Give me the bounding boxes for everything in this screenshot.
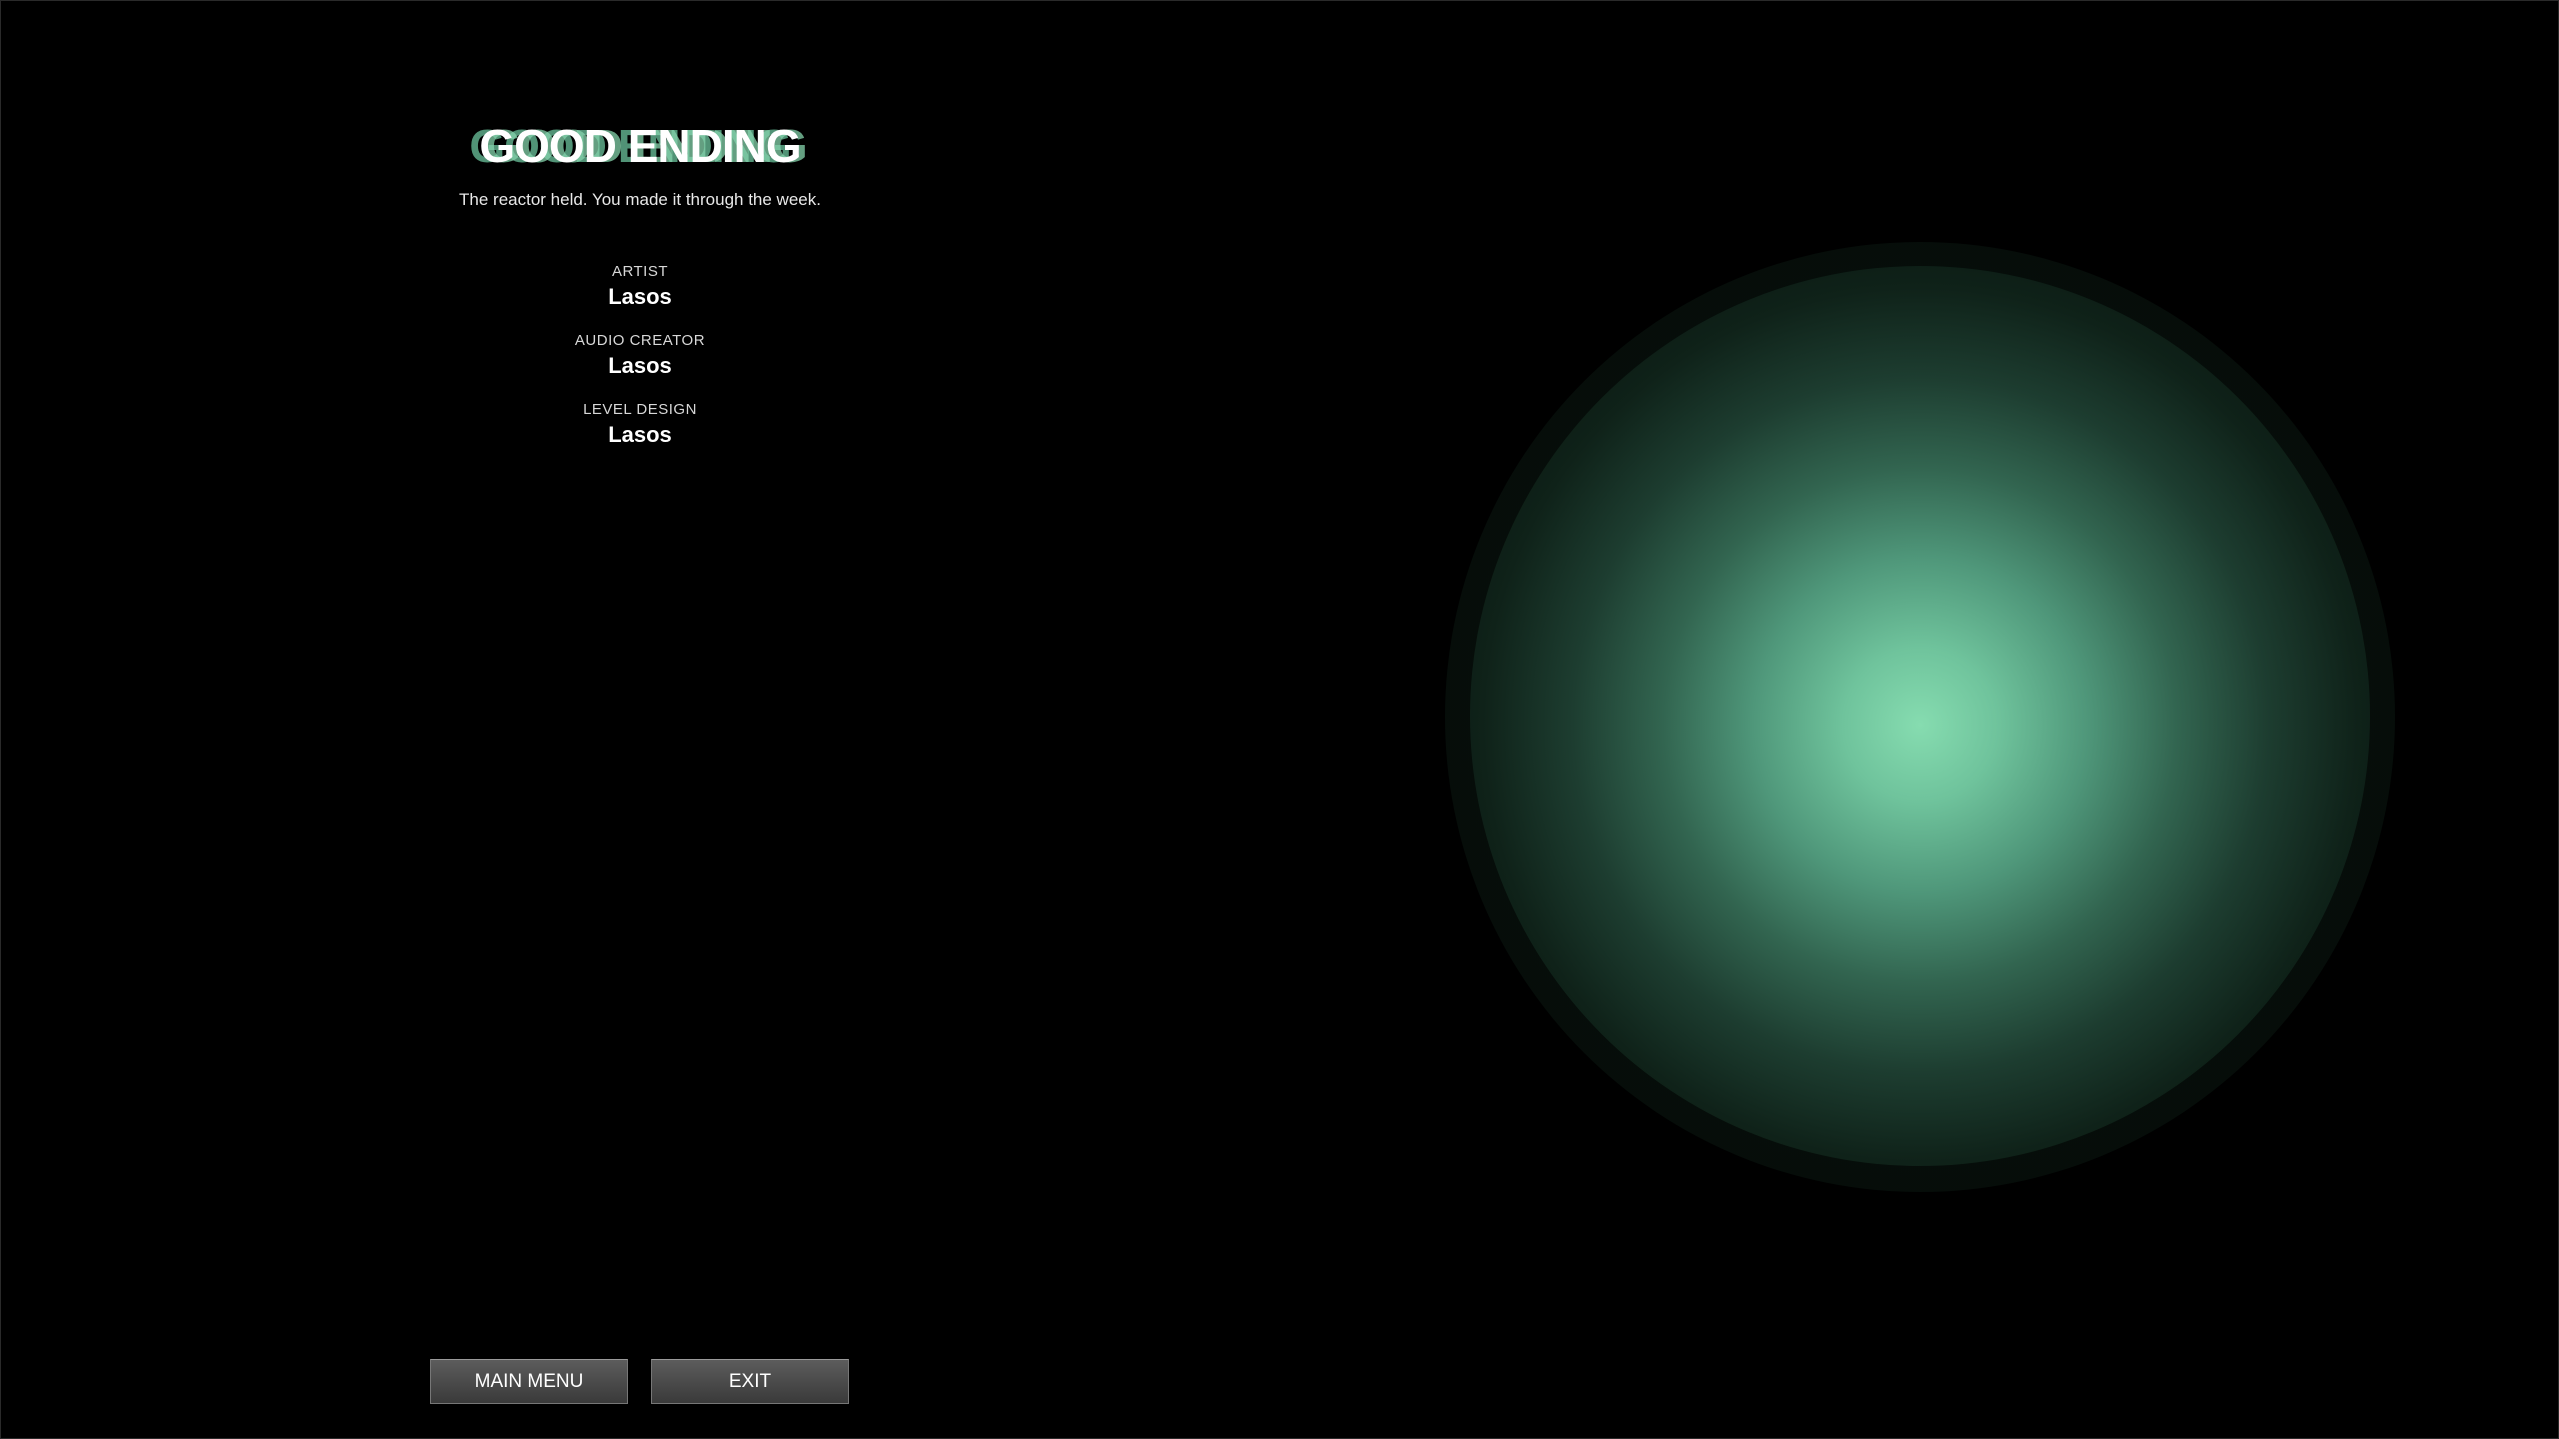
credit-name: Lasos: [608, 353, 672, 378]
ending-subtitle: The reactor held. You made it through th…: [459, 190, 821, 209]
exit-button[interactable]: EXIT: [651, 1359, 849, 1404]
reactor-orb: [1470, 266, 2370, 1166]
credit-role: ARTIST: [611, 263, 669, 280]
title-text: GOOD ENDING: [479, 120, 801, 172]
credit-name: Lasos: [608, 422, 672, 447]
credit-name: Lasos: [608, 284, 672, 309]
credit-role: LEVEL DESIGN: [583, 401, 697, 418]
main-menu-button[interactable]: MAIN MENU: [430, 1359, 628, 1404]
game-screen: GOOD ENDING GOOD ENDING GOOD ENDING The …: [0, 0, 2559, 1439]
credit-entry: ARTIST Lasos: [440, 262, 840, 312]
ending-title: GOOD ENDING GOOD ENDING GOOD ENDING: [400, 118, 880, 178]
credit-role: AUDIO CREATOR: [574, 332, 706, 349]
credits-list: ARTIST Lasos AUDIO CREATOR Lasos LEVEL D…: [440, 262, 840, 469]
credit-entry: LEVEL DESIGN Lasos: [440, 400, 840, 450]
credit-entry: AUDIO CREATOR Lasos: [440, 331, 840, 381]
